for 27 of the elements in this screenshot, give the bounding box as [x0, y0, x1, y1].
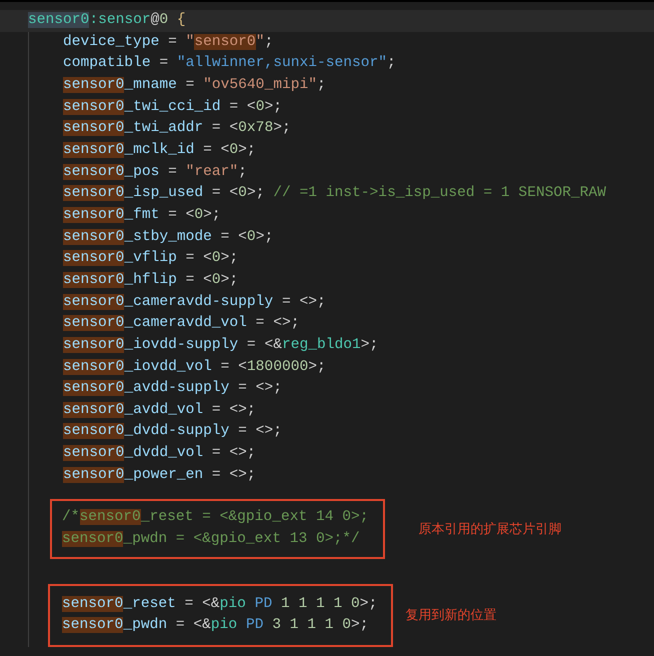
code-line: sensor0_mclk_id = <0>;	[63, 140, 257, 160]
code-line: sensor0_pwdn = <&gpio_ext 13 0>;*/	[62, 530, 361, 550]
code-line: sensor0_pwdn = <&pio PD 3 1 1 1 0>;	[62, 616, 370, 636]
code-line: sensor0_mname = "ov5640_mipi";	[63, 76, 327, 95]
code-line: /*sensor0_reset = <&gpio_ext 14 0>;	[62, 508, 369, 528]
code-line: sensor0_hflip = <0>;	[63, 270, 240, 290]
code-line: sensor0_twi_addr = <0x78>;	[63, 119, 292, 138]
code-line: sensor0_dvdd-supply = <>;	[63, 422, 283, 442]
code-line: sensor0_pos = "rear";	[63, 162, 248, 182]
annotation-note: 复用到新的位置	[405, 607, 496, 624]
code-line: sensor0_iovdd_vol = <1800000>;	[63, 358, 327, 376]
code-line: compatible = "allwinner,sunxi-sensor";	[63, 54, 397, 74]
code-line: sensor0_stby_mode = <0>;	[63, 228, 274, 247]
code-line: sensor0_cameravdd-supply = <>;	[63, 292, 327, 312]
code-line: sensor0_power_en = <>;	[63, 466, 257, 485]
code-line: sensor0_avdd_vol = <>;	[63, 400, 257, 420]
code-line: sensor0_reset = <&pio PD 1 1 1 1 0>;	[62, 594, 378, 614]
code-line: sensor0_cameravdd_vol = <>;	[63, 314, 300, 334]
code-line: sensor0_isp_used = <0>; // =1 inst->is_isp_used = 1 SENSOR_RAW	[63, 184, 608, 204]
code-line: sensor0_avdd-supply = <>;	[63, 379, 283, 398]
code-line: sensor0_twi_cci_id = <0>;	[63, 98, 283, 117]
code-line: device_type = "sensor0";	[63, 32, 274, 52]
code-line: sensor0_fmt = <0>;	[63, 206, 222, 225]
code-line: sensor0_iovdd-supply = <&reg_bldo1>;	[63, 336, 380, 355]
annotation-note: 原本引用的扩展芯片引脚	[418, 521, 562, 538]
code-line: sensor0_dvdd_vol = <>;	[63, 444, 257, 464]
code-line: sensor0_vflip = <0>;	[63, 249, 240, 268]
